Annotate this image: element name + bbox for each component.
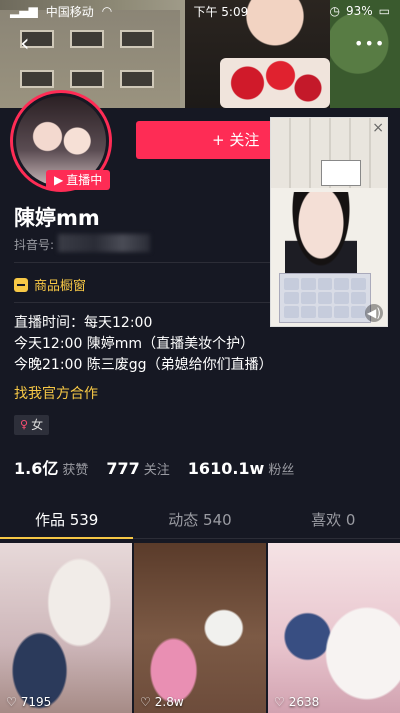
video-grid: ♡ 7195 ♡ 2.8w ♡ 2638 [0, 543, 400, 713]
profile-name: 陳婷mm [14, 206, 100, 230]
video-like-count: 2.8w [154, 695, 184, 709]
video-tile[interactable]: ♡ 2.8w [134, 543, 266, 713]
banner-building-image [0, 10, 180, 108]
tab-works[interactable]: 作品 539 [0, 503, 133, 538]
tab-likes[interactable]: 喜欢 0 [267, 503, 400, 538]
douyin-id-label: 抖音号: [14, 238, 55, 252]
status-bar: ▂▄▆ 中国移动 ◠ 下午 5:09 ◷ 93% ▭ [0, 0, 400, 22]
video-like-count: 2638 [288, 695, 320, 709]
stat-following[interactable]: 777 关注 [106, 459, 169, 478]
bio: 直播时间：每天12:00 今天12:00 陳婷mm（直播美妆个护） 今晚21:0… [14, 313, 273, 376]
content-tabs: 作品 539 动态 540 喜欢 0 [0, 503, 400, 539]
back-button[interactable]: ‹ [20, 30, 46, 56]
alarm-icon: ◷ [329, 4, 340, 18]
stat-number: 1610.1w [187, 459, 265, 478]
clock: 下午 5:09 [193, 4, 249, 19]
heart-icon: ♡ [6, 695, 17, 709]
carrier-label: 中国移动 [45, 4, 94, 19]
shop-label: 商品橱窗 [34, 279, 87, 294]
stat-label: 关注 [143, 463, 170, 478]
more-button[interactable]: ••• [354, 34, 384, 54]
battery-level: 93% [345, 4, 373, 18]
battery-icon: ▭ [378, 4, 390, 18]
tab-activity[interactable]: 动态 540 [133, 503, 266, 538]
chevron-left-icon: ‹ [20, 29, 30, 57]
live-badge-label: 直播中 [66, 173, 103, 187]
video-like-count: 7195 [20, 695, 52, 709]
signal-icon: ▂▄▆ [10, 4, 38, 18]
play-icon: ▶ [54, 173, 64, 187]
heart-icon: ♡ [274, 695, 285, 709]
active-tab-indicator [0, 537, 133, 539]
video-tile[interactable]: ♡ 2638 [268, 543, 400, 713]
stat-number: 777 [106, 459, 140, 478]
live-preview-window[interactable]: × ◀) [270, 117, 388, 327]
video-likes: ♡ 7195 [6, 695, 51, 709]
bio-line: 直播时间：每天12:00 [14, 315, 153, 331]
video-likes: ♡ 2.8w [140, 695, 184, 709]
stat-likes: 1.6亿 获赞 [14, 455, 88, 479]
video-likes: ♡ 2638 [274, 695, 319, 709]
live-preview-host [285, 192, 357, 280]
stat-number: 1.6亿 [14, 459, 59, 478]
more-dots-icon: ••• [354, 34, 386, 53]
gender-tag: ♀ 女 [14, 415, 50, 435]
shop-icon [14, 277, 28, 292]
live-badge[interactable]: ▶ 直播中 [46, 170, 111, 190]
wifi-icon: ◠ [101, 4, 113, 18]
shop-window-link[interactable]: 商品橱窗 [14, 275, 86, 294]
gender-label: 女 [31, 418, 44, 432]
business-cooperation-link[interactable]: 找我官方合作 [14, 383, 98, 403]
speaker-icon[interactable]: ◀) [365, 304, 383, 322]
banner-roses-image [220, 58, 330, 108]
female-icon: ♀ [20, 418, 29, 431]
live-preview-product [279, 273, 371, 323]
bio-line: 今晚21:00 陈三废gg（弟媳给你们直播） [14, 357, 273, 373]
stat-label: 粉丝 [268, 463, 295, 478]
heart-icon: ♡ [140, 695, 151, 709]
stat-label: 获赞 [62, 463, 89, 478]
close-icon[interactable]: × [372, 120, 384, 136]
stats-row: 1.6亿 获赞 777 关注 1610.1w 粉丝 [14, 455, 294, 479]
douyin-id-value-redacted [58, 234, 150, 252]
bio-line: 今天12:00 陳婷mm（直播美妆个护） [14, 336, 255, 352]
live-preview-sign [321, 160, 361, 186]
stat-followers[interactable]: 1610.1w 粉丝 [188, 459, 295, 478]
video-tile[interactable]: ♡ 7195 [0, 543, 132, 713]
